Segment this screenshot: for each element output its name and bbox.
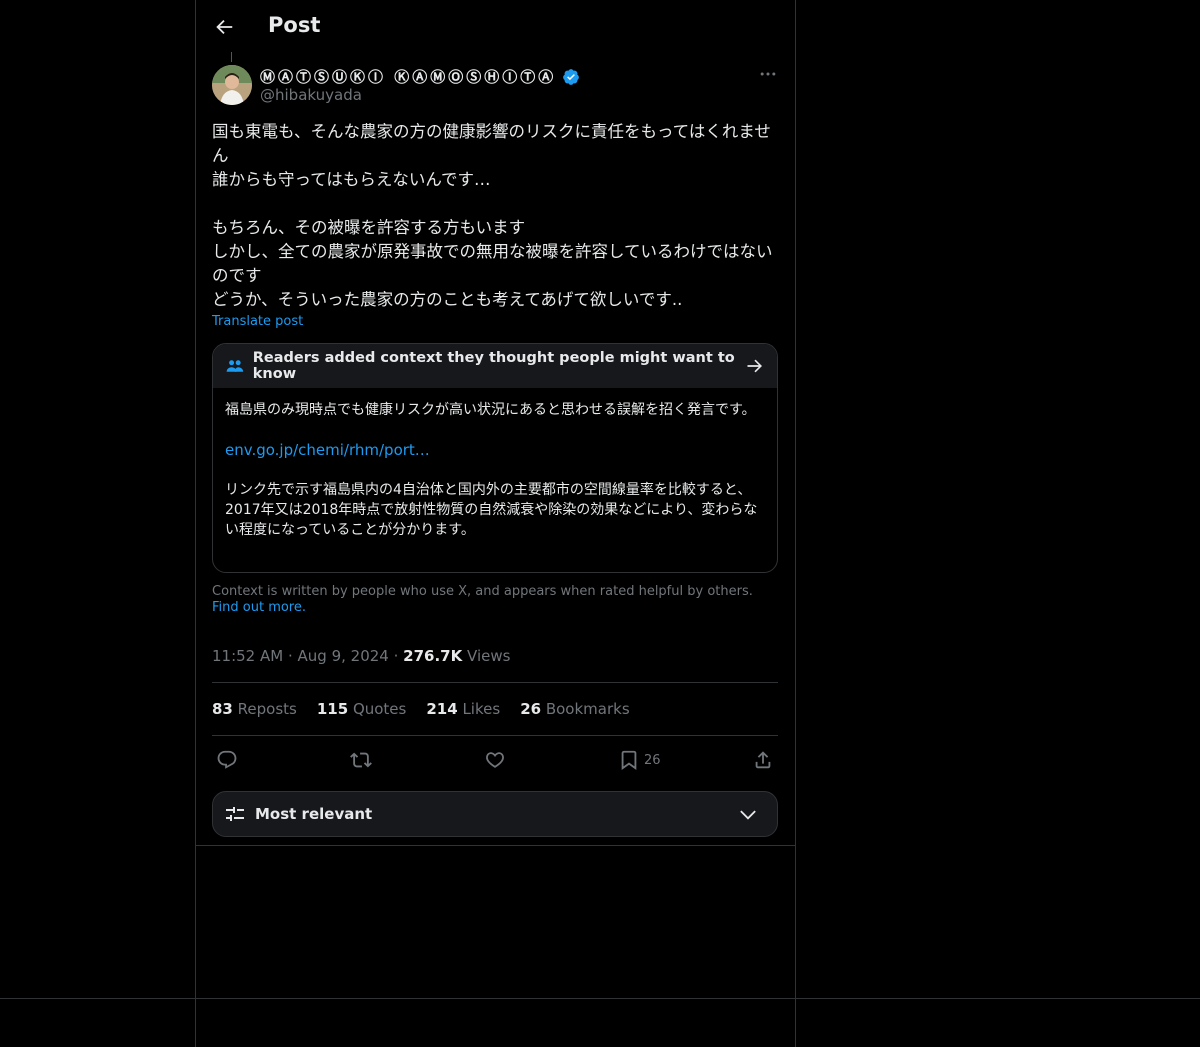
bookmarks-stat[interactable]: 26 Bookmarks bbox=[520, 700, 629, 718]
reply-sort-dropdown[interactable]: Most relevant bbox=[212, 791, 778, 837]
find-out-more-link[interactable]: Find out more. bbox=[212, 600, 306, 615]
bookmark-button[interactable]: 26 bbox=[618, 748, 661, 772]
verified-badge-icon bbox=[563, 68, 580, 85]
sliders-icon bbox=[226, 807, 244, 821]
post-date[interactable]: Aug 9, 2024 bbox=[298, 647, 389, 665]
thread-line bbox=[231, 52, 232, 62]
bookmark-icon bbox=[621, 750, 637, 770]
stats-divider-top bbox=[212, 682, 778, 683]
bookmark-count: 26 bbox=[644, 752, 661, 768]
translate-post-link[interactable]: Translate post bbox=[212, 314, 303, 329]
people-icon bbox=[226, 360, 244, 372]
community-note-footer: Context is written by people who use X, … bbox=[212, 584, 778, 616]
community-note-text-2: リンク先で示す福島県内の4自治体と国内外の主要都市の空間線量率を比較すると、20… bbox=[225, 482, 758, 538]
community-note-source-link[interactable]: env.go.jp/chemi/rhm/port… bbox=[225, 440, 765, 460]
community-note-title: Readers added context they thought peopl… bbox=[252, 350, 735, 382]
bottom-divider bbox=[0, 998, 1200, 999]
stats-divider-bottom bbox=[212, 735, 778, 736]
more-options-icon[interactable] bbox=[758, 64, 778, 84]
author-name-row[interactable]: ⓂⒶⓉⓈⓊⓀⒾ ⓀⒶⓂⓄⓈⒽⒾⓉⒶ bbox=[260, 66, 580, 87]
reposts-stat[interactable]: 83 Reposts bbox=[212, 700, 297, 718]
arrow-right-icon[interactable] bbox=[745, 356, 765, 376]
community-note-footer-text: Context is written by people who use X, … bbox=[212, 584, 753, 599]
views-count: 276.7K bbox=[403, 647, 463, 665]
share-button[interactable] bbox=[752, 748, 774, 772]
repost-button[interactable] bbox=[350, 748, 372, 772]
chevron-down-icon bbox=[740, 810, 756, 820]
avatar-image bbox=[212, 65, 252, 105]
post-text: 国も東電も、そんな農家の方の健康影響のリスクに責任をもってはくれません 誰からも… bbox=[212, 122, 773, 309]
reply-icon bbox=[217, 750, 237, 769]
community-note-body: 福島県のみ現時点でも健康リスクが高い状況にあると思わせる誤解を招く発言です。 e… bbox=[213, 388, 777, 552]
post-time[interactable]: 11:52 AM bbox=[212, 647, 283, 665]
engagement-stats: 83 Reposts 115 Quotes 214 Likes 26 Bookm… bbox=[212, 700, 630, 718]
back-arrow-icon[interactable] bbox=[213, 16, 235, 38]
community-note-header[interactable]: Readers added context they thought peopl… bbox=[213, 344, 777, 388]
page-title: Post bbox=[268, 13, 321, 37]
author-handle[interactable]: @hibakuyada bbox=[260, 86, 362, 104]
main-column-lower bbox=[195, 845, 796, 1047]
post-meta: 11:52 AM · Aug 9, 2024 · 276.7K Views bbox=[212, 647, 511, 665]
quotes-stat[interactable]: 115 Quotes bbox=[317, 700, 407, 718]
views-label: Views bbox=[467, 647, 511, 665]
community-note: Readers added context they thought peopl… bbox=[212, 343, 778, 573]
heart-icon bbox=[486, 752, 504, 768]
reply-button[interactable] bbox=[216, 748, 238, 772]
community-note-text-1: 福島県のみ現時点でも健康リスクが高い状況にあると思わせる誤解を招く発言です。 bbox=[225, 402, 756, 418]
author-display-name[interactable]: ⓂⒶⓉⓈⓊⓀⒾ ⓀⒶⓂⓄⓈⒽⒾⓉⒶ bbox=[260, 66, 556, 87]
sort-label: Most relevant bbox=[255, 805, 373, 823]
avatar[interactable] bbox=[212, 65, 252, 105]
repost-icon bbox=[350, 752, 372, 768]
likes-stat[interactable]: 214 Likes bbox=[426, 700, 500, 718]
share-icon bbox=[755, 751, 771, 769]
like-button[interactable] bbox=[484, 748, 506, 772]
